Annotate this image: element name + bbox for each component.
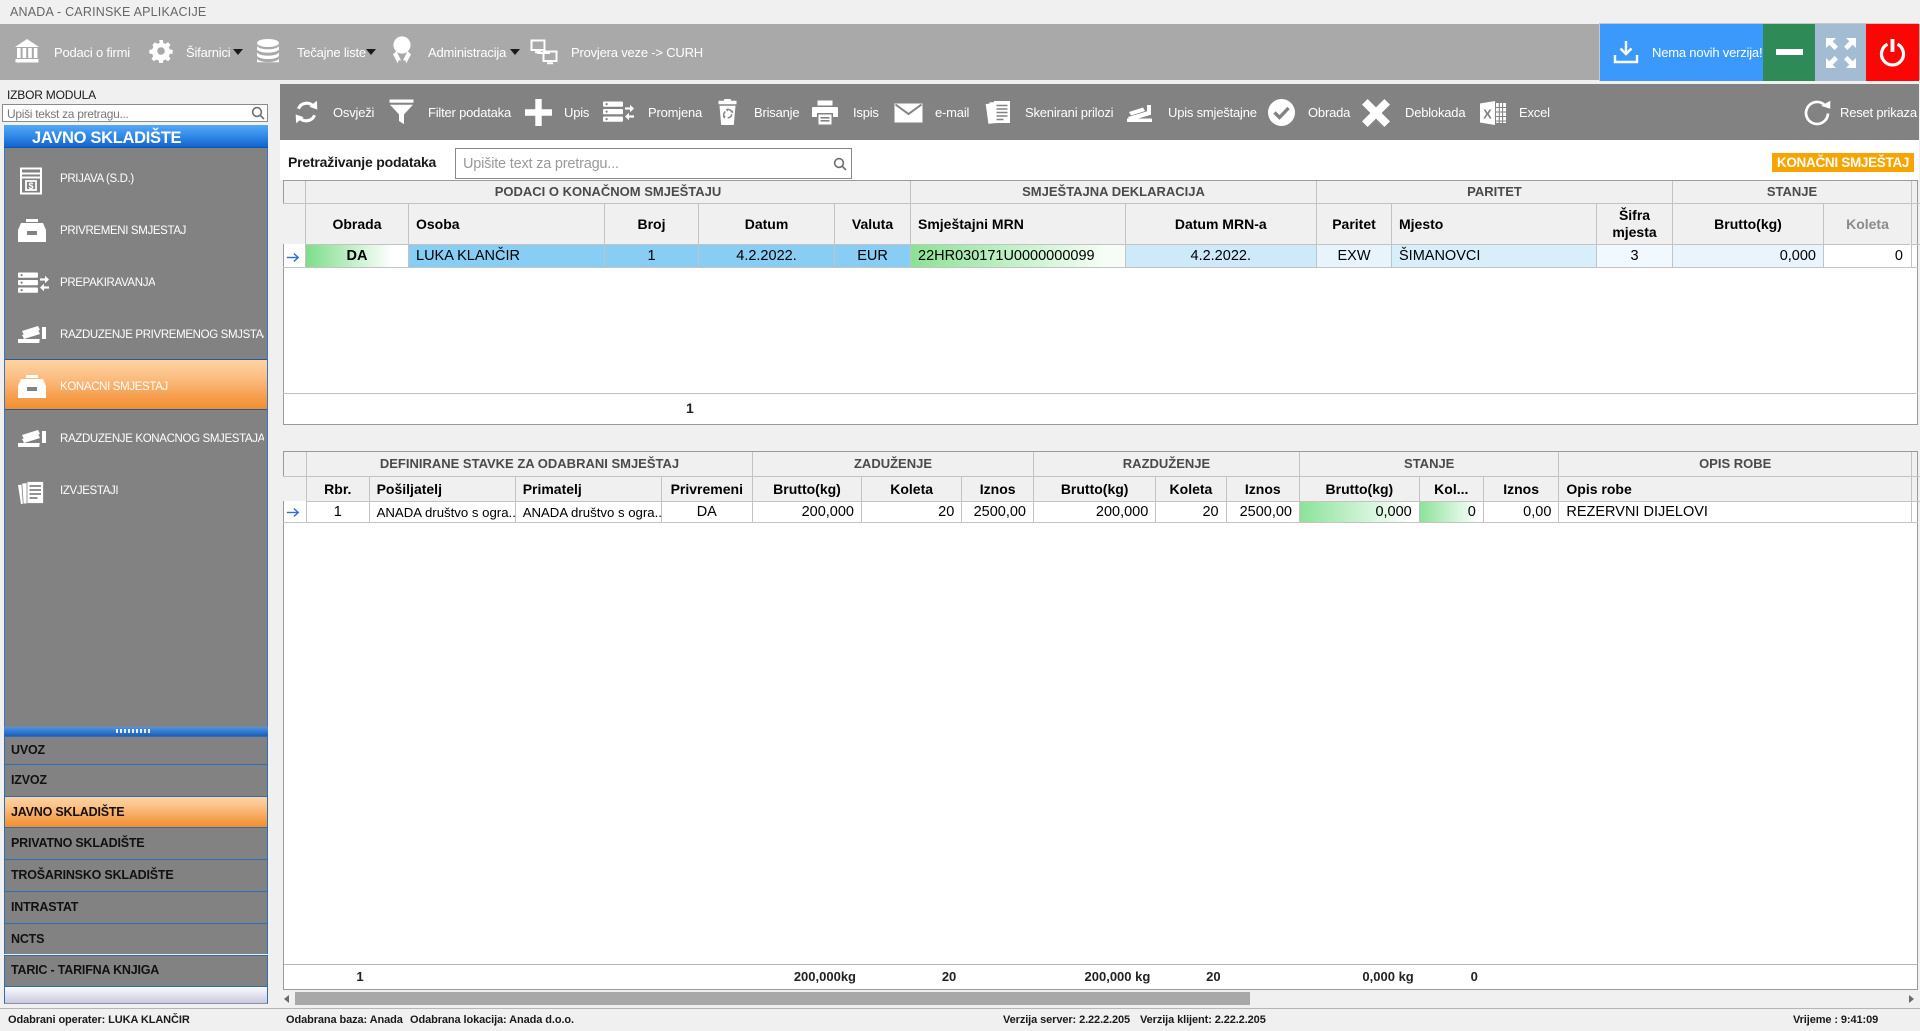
svg-text:$: $ [28, 181, 33, 191]
svg-text:X: X [1483, 107, 1492, 122]
